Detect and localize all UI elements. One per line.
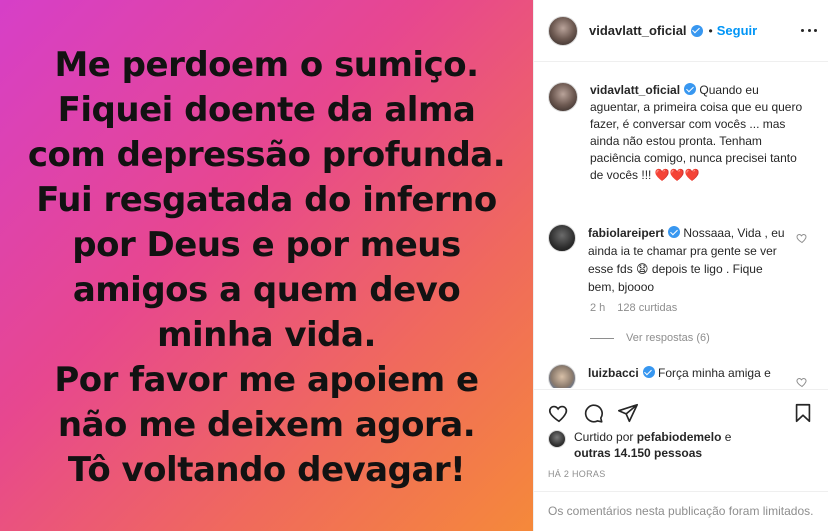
post-timestamp[interactable]: HÁ 2 HORAS <box>548 469 606 479</box>
author-username[interactable]: vidavlatt_oficial <box>589 23 687 38</box>
image-text-line: com depressão profunda. <box>27 134 506 175</box>
likes-summary: Curtido por pefabiodemelo e outras 14.15… <box>548 429 731 461</box>
comment-item: luizbacci Força minha amiga e <box>548 364 816 388</box>
image-text-line: Por favor me apoiem e <box>54 359 479 400</box>
post-side-panel: vidavlatt_oficial • Seguir vidavlatt_ofi… <box>533 0 828 531</box>
caption-text-block: vidavlatt_oficial Quando eu aguentar, a … <box>590 82 812 184</box>
comment-text-block: fabiolareipert Nossaaa, Vida , eu ainda … <box>588 224 788 296</box>
verified-badge-icon <box>668 226 681 238</box>
comment-heart-icon[interactable] <box>796 232 808 244</box>
commenter-username[interactable]: fabiolareipert <box>588 226 664 240</box>
comment-text: Força minha amiga e <box>658 366 771 380</box>
comment-time: 2 h <box>590 302 606 314</box>
comments-section: vidavlatt_oficial Quando eu aguentar, a … <box>534 62 828 388</box>
comment-likes-count[interactable]: 128 curtidas <box>617 302 677 314</box>
image-text-line: Fui resgatada do inferno <box>36 179 497 220</box>
instagram-post: Me perdoem o sumiço. Fiquei doente da al… <box>0 0 828 531</box>
liker-avatar[interactable] <box>548 430 566 448</box>
heart-outline-icon[interactable] <box>548 402 570 424</box>
ellipsis-icon[interactable] <box>801 22 817 38</box>
caption-avatar[interactable] <box>548 82 578 112</box>
worried-face-emoji: 😧 <box>636 262 649 276</box>
image-text-line: amigos a quem devo <box>72 269 461 310</box>
commenter-username[interactable]: luizbacci <box>588 366 639 380</box>
image-text-line: não me deixem agora. <box>57 404 476 445</box>
view-replies-label[interactable]: Ver respostas (6) <box>626 332 710 344</box>
comments-limited-notice: Os comentários nesta publicação foram li… <box>534 491 828 531</box>
commenter-avatar[interactable] <box>548 224 576 252</box>
paper-plane-icon[interactable] <box>617 402 639 424</box>
separator-dot: • <box>708 23 713 38</box>
likes-others-link[interactable]: outras 14.150 pessoas <box>574 446 702 460</box>
likes-text: Curtido por pefabiodemelo e outras 14.15… <box>574 429 731 461</box>
author-avatar[interactable] <box>548 15 578 46</box>
post-header: vidavlatt_oficial • Seguir <box>534 0 828 62</box>
likes-joiner: e <box>724 430 732 444</box>
liked-by-prefix: Curtido por <box>574 430 634 444</box>
liker-username[interactable]: pefabiodemelo <box>637 430 722 444</box>
comment-meta: 2 h 128 curtidas <box>590 302 677 314</box>
verified-badge-icon <box>684 83 697 95</box>
verified-badge-icon <box>642 366 655 378</box>
replies-divider <box>590 337 614 339</box>
comment-text-block: luizbacci Força minha amiga e <box>588 364 771 388</box>
post-actions-bar <box>534 389 828 431</box>
follow-button[interactable]: Seguir <box>717 23 757 38</box>
comment-heart-icon[interactable] <box>796 376 808 388</box>
image-text-line: por Deus e por meus <box>72 224 461 265</box>
image-text-line: Tô voltando devagar! <box>67 449 466 490</box>
view-replies-link[interactable]: Ver respostas (6) <box>590 332 710 344</box>
comment-item: fabiolareipert Nossaaa, Vida , eu ainda … <box>548 224 816 296</box>
hearts-emoji: ❤️❤️❤️ <box>654 168 700 182</box>
verified-badge-icon <box>690 24 703 37</box>
post-caption: vidavlatt_oficial Quando eu aguentar, a … <box>548 82 816 184</box>
bookmark-icon[interactable] <box>792 402 814 424</box>
comment-bubble-icon[interactable] <box>582 402 604 424</box>
caption-username[interactable]: vidavlatt_oficial <box>590 83 680 97</box>
post-image[interactable]: Me perdoem o sumiço. Fiquei doente da al… <box>0 0 533 531</box>
image-text-line: Me perdoem o sumiço. <box>54 44 479 85</box>
image-text-line: Fiquei doente da alma <box>57 89 476 130</box>
commenter-avatar[interactable] <box>548 364 576 388</box>
image-text-line: minha vida. <box>157 314 376 355</box>
